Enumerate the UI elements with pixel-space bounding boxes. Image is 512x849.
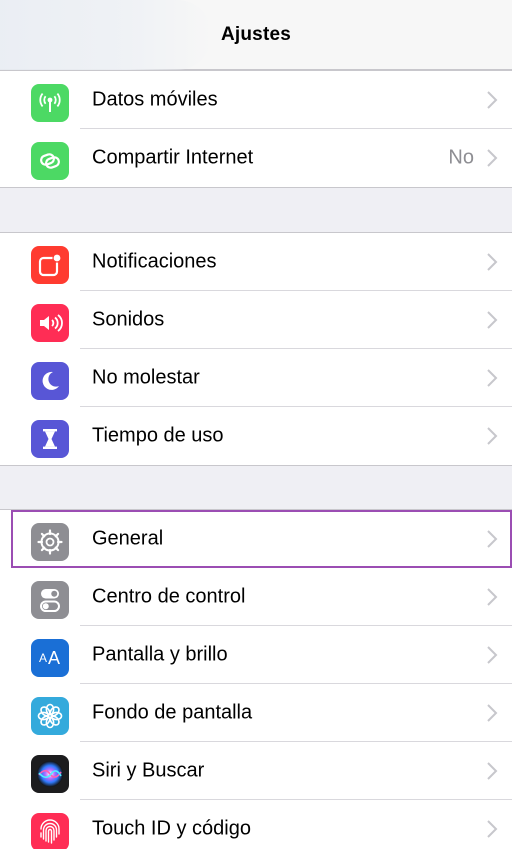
row-label: Datos móviles	[92, 88, 218, 111]
row-label: Compartir Internet	[92, 146, 254, 169]
chevron-right-icon	[487, 588, 498, 606]
chevron-right-icon	[487, 762, 498, 780]
notifications-icon	[31, 246, 69, 284]
settings-row-pantalla-y-brillo[interactable]: AA Pantalla y brillo	[0, 626, 512, 684]
settings-row-notificaciones[interactable]: Notificaciones	[0, 233, 512, 291]
nav-highlight	[0, 0, 212, 70]
chevron-right-icon	[487, 311, 498, 329]
row-label: Notificaciones	[92, 250, 217, 273]
speaker-icon	[31, 304, 69, 342]
chevron-right-icon	[487, 369, 498, 387]
settings-row-fondo-de-pantalla[interactable]: Fondo de pantalla	[0, 684, 512, 742]
row-label: Touch ID y código	[92, 817, 251, 840]
row-label: Fondo de pantalla	[92, 701, 253, 724]
navigation-bar: Ajustes	[0, 0, 512, 70]
hourglass-icon	[31, 420, 69, 458]
settings-row-sonidos[interactable]: Sonidos	[0, 291, 512, 349]
settings-group-general: General Centro de control AA Pantalla y …	[0, 509, 512, 849]
chain-link-icon	[31, 142, 69, 180]
settings-row-centro-de-control[interactable]: Centro de control	[0, 568, 512, 626]
settings-row-tiempo-de-uso[interactable]: Tiempo de uso	[0, 407, 512, 465]
settings-row-siri-y-buscar[interactable]: Siri y Buscar	[0, 742, 512, 800]
row-label: General	[92, 527, 164, 550]
row-label: Tiempo de uso	[92, 424, 224, 447]
chevron-right-icon	[487, 820, 498, 838]
chevron-right-icon	[487, 704, 498, 722]
row-label: No molestar	[92, 366, 200, 389]
antenna-icon	[31, 84, 69, 122]
siri-icon	[31, 755, 69, 793]
page-title: Ajustes	[220, 23, 292, 45]
settings-row-datos-moviles[interactable]: Datos móviles	[0, 71, 512, 129]
toggles-icon	[31, 581, 69, 619]
row-label: Centro de control	[92, 585, 246, 608]
chevron-right-icon	[487, 646, 498, 664]
settings-row-no-molestar[interactable]: No molestar	[0, 349, 512, 407]
settings-row-compartir-internet[interactable]: Compartir Internet No	[0, 129, 512, 187]
settings-group-connectivity: Datos móviles Compartir Internet No	[0, 70, 512, 188]
chevron-right-icon	[487, 149, 498, 167]
fingerprint-icon	[31, 813, 69, 849]
row-label: Pantalla y brillo	[92, 643, 228, 666]
chevron-right-icon	[487, 530, 498, 548]
moon-icon	[31, 362, 69, 400]
row-label: Sonidos	[92, 308, 165, 331]
chevron-right-icon	[487, 427, 498, 445]
chevron-right-icon	[487, 91, 498, 109]
chevron-right-icon	[487, 253, 498, 271]
settings-group-notifications: Notificaciones Sonidos No molestar Tiemp…	[0, 232, 512, 466]
settings-row-general[interactable]: General	[0, 510, 512, 568]
gear-icon	[31, 523, 69, 561]
flower-icon	[31, 697, 69, 735]
row-detail-value: No	[448, 146, 474, 169]
settings-row-touch-id[interactable]: Touch ID y código	[0, 800, 512, 849]
text-size-icon: AA	[31, 639, 69, 677]
row-label: Siri y Buscar	[92, 759, 205, 782]
